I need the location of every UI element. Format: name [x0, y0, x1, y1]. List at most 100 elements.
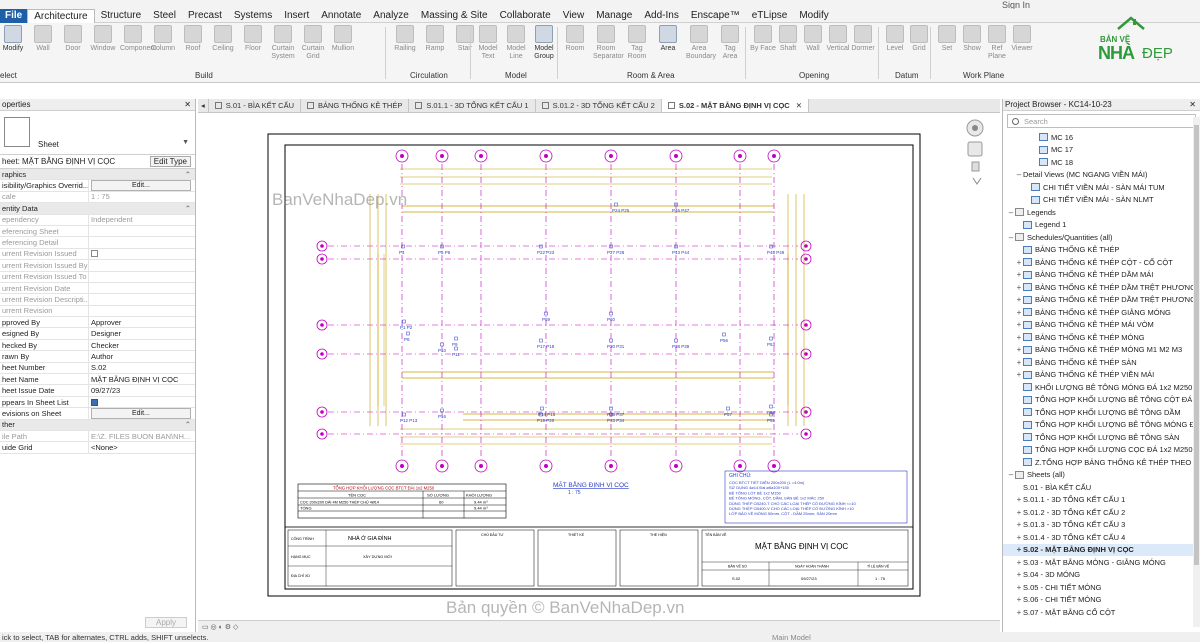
ribbon-tool[interactable]: Level: [882, 25, 908, 53]
browser-search-input[interactable]: Search: [1007, 114, 1196, 128]
view-tab[interactable]: BẢNG THỐNG KÊ THÉP: [301, 99, 410, 112]
navigation-bar[interactable]: [964, 118, 986, 190]
property-value[interactable]: 09/27/23: [88, 385, 195, 396]
tab-13[interactable]: Enscape™: [685, 9, 746, 23]
property-category[interactable]: entity Data ⌃: [0, 203, 195, 215]
browser-item[interactable]: + BẢNG THỐNG KÊ THÉP MÓNG M1 M2 M3: [1003, 344, 1200, 357]
ribbon-tool[interactable]: Wall: [800, 25, 826, 53]
property-value[interactable]: Author: [88, 351, 195, 362]
chevron-down-icon[interactable]: ▼: [182, 139, 189, 146]
tab-15[interactable]: Modify: [793, 9, 834, 23]
tab-5[interactable]: Insert: [278, 9, 315, 23]
browser-item[interactable]: – Schedules/Quantities (all): [1003, 231, 1200, 244]
browser-item[interactable]: + BẢNG THỐNG KÊ THÉP SÀN: [1003, 356, 1200, 369]
ribbon-tool[interactable]: Ramp: [422, 25, 448, 53]
ribbon-tool[interactable]: Tag Area: [717, 25, 743, 61]
ribbon-tool[interactable]: Tag Room: [624, 25, 650, 61]
ribbon-tool[interactable]: Room Separator: [593, 25, 624, 61]
browser-item[interactable]: – Sheets (all): [1003, 469, 1200, 482]
ribbon-tool[interactable]: Vertical: [825, 25, 851, 53]
ribbon-tool[interactable]: Set: [934, 25, 960, 53]
ribbon-tool[interactable]: Area Boundary: [686, 25, 716, 61]
browser-item[interactable]: TỔNG HỢP KHỐI LƯỢNG BÊ TÔNG MÓNG Đ: [1003, 419, 1200, 432]
browser-item[interactable]: TỔNG HỢP KHỐI LƯỢNG CỌC ĐÁ 1x2 M250: [1003, 444, 1200, 457]
ribbon-tool[interactable]: Floor: [240, 25, 266, 53]
property-value[interactable]: Edit...: [88, 408, 195, 419]
ribbon-tool[interactable]: Model Group: [531, 25, 557, 61]
property-value[interactable]: Approver: [88, 317, 195, 328]
ribbon-tool[interactable]: Dormer: [850, 25, 876, 53]
tab-14[interactable]: eTLipse: [746, 9, 794, 23]
browser-item[interactable]: + S.07 - MẶT BẰNG CỔ CỘT: [1003, 606, 1200, 619]
tab-12[interactable]: Add-Ins: [638, 9, 684, 23]
browser-item[interactable]: + S.03 - MẶT BẰNG MÓNG - GIẰNG MÓNG: [1003, 556, 1200, 569]
ribbon-tool[interactable]: Curtain System: [270, 25, 296, 61]
tab-10[interactable]: View: [557, 9, 591, 23]
ribbon-tool[interactable]: By Face: [750, 25, 776, 53]
expand-icon[interactable]: +: [1015, 370, 1023, 379]
ribbon-tool[interactable]: Viewer: [1009, 25, 1035, 53]
property-value[interactable]: [88, 248, 195, 260]
ribbon-tool[interactable]: Window: [90, 25, 116, 53]
collapse-icon[interactable]: –: [1007, 208, 1015, 217]
expand-icon[interactable]: +: [1015, 533, 1023, 542]
expand-icon[interactable]: +: [1015, 320, 1023, 329]
ribbon-tool[interactable]: Grid: [906, 25, 932, 53]
tab-0[interactable]: Architecture: [27, 8, 95, 23]
select-group-label[interactable]: elect: [0, 71, 17, 80]
expand-icon[interactable]: +: [1015, 333, 1023, 342]
ribbon-tool[interactable]: Model Line: [503, 25, 529, 61]
property-value[interactable]: [88, 305, 195, 317]
property-value[interactable]: [88, 225, 195, 237]
expand-icon[interactable]: +: [1015, 495, 1023, 504]
expand-icon[interactable]: +: [1015, 270, 1023, 279]
close-icon[interactable]: ✕: [184, 100, 191, 109]
apply-button[interactable]: Apply: [144, 617, 187, 628]
browser-item[interactable]: + BẢNG THỐNG KÊ THÉP DẦM TRỆT PHƯƠNG: [1003, 281, 1200, 294]
tab-1[interactable]: Structure: [95, 9, 148, 23]
edit-button[interactable]: Edit...: [91, 408, 191, 419]
browser-item[interactable]: + S.01.3 - 3D TỔNG KẾT CẤU 3: [1003, 519, 1200, 532]
file-tab[interactable]: File: [0, 8, 28, 23]
browser-item[interactable]: CHI TIẾT VIỀN MÁI - SÀN MÁI TUM: [1003, 181, 1200, 194]
ribbon-tool[interactable]: Modify: [0, 25, 26, 53]
property-value[interactable]: [88, 282, 195, 294]
expand-icon[interactable]: +: [1015, 308, 1023, 317]
tab-7[interactable]: Analyze: [367, 9, 415, 23]
ribbon-tool[interactable]: Model Text: [475, 25, 501, 61]
browser-item[interactable]: CHI TIẾT VIỀN MÁI - SÀN NLMT: [1003, 194, 1200, 207]
collapse-icon[interactable]: ⌃: [185, 204, 195, 213]
expand-icon[interactable]: +: [1015, 283, 1023, 292]
browser-item[interactable]: + BẢNG THỐNG KÊ THÉP CỘT - CỔ CỘT: [1003, 256, 1200, 269]
browser-item[interactable]: – Detail Views (MC NGANG VIỀN MÁI): [1003, 169, 1200, 182]
browser-item[interactable]: KHỐI LƯỢNG BÊ TÔNG MÓNG ĐÁ 1x2 M250: [1003, 381, 1200, 394]
ribbon-tool[interactable]: Ceiling: [210, 25, 236, 53]
expand-icon[interactable]: +: [1015, 608, 1023, 617]
expand-icon[interactable]: +: [1015, 258, 1023, 267]
checkbox[interactable]: [91, 250, 98, 258]
view-control-icons[interactable]: ▭ ◎ ◐ ⚙ ◇: [202, 623, 238, 631]
tab-2[interactable]: Steel: [147, 9, 182, 23]
expand-icon[interactable]: +: [1015, 295, 1023, 304]
tab-8[interactable]: Massing & Site: [415, 9, 494, 23]
close-icon[interactable]: ✕: [1189, 100, 1196, 109]
browser-item[interactable]: Legend 1: [1003, 219, 1200, 232]
expand-icon[interactable]: +: [1015, 558, 1023, 567]
browser-item[interactable]: + BẢNG THỐNG KÊ THÉP DẦM MÁI: [1003, 269, 1200, 282]
ribbon-tool[interactable]: Ref Plane: [984, 25, 1010, 61]
browser-item[interactable]: + S.06 - CHI TIẾT MÓNG: [1003, 594, 1200, 607]
property-category[interactable]: raphics ⌃: [0, 169, 195, 181]
expand-icon[interactable]: +: [1015, 508, 1023, 517]
browser-item[interactable]: Z.TỔNG HỢP BẢNG THỐNG KÊ THÉP THEO Đ: [1003, 456, 1200, 469]
collapse-icon[interactable]: –: [1007, 470, 1015, 479]
expand-icon[interactable]: +: [1015, 358, 1023, 367]
ribbon-tool[interactable]: Room: [562, 25, 588, 53]
browser-item[interactable]: + BẢNG THỐNG KÊ THÉP GIẰNG MÓNG: [1003, 306, 1200, 319]
browser-item[interactable]: + S.01.1 - 3D TỔNG KẾT CẤU 1: [1003, 494, 1200, 507]
edit-type-button[interactable]: Edit Type: [149, 156, 191, 167]
instance-filter[interactable]: heet: MẶT BẰNG ĐỊNH VỊ CỌC Edit Type: [0, 155, 195, 169]
type-selector[interactable]: Sheet ▼: [0, 111, 195, 155]
property-value[interactable]: 1 : 75: [88, 191, 195, 203]
property-value[interactable]: [88, 237, 195, 248]
browser-item[interactable]: + BẢNG THỐNG KÊ THÉP DẦM TRỆT PHƯƠNG: [1003, 294, 1200, 307]
